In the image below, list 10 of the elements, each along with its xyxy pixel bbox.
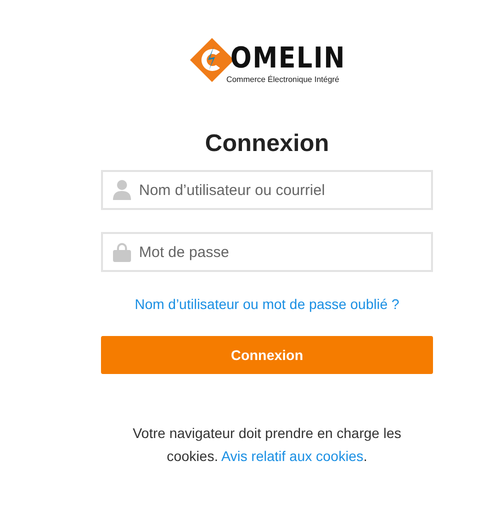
forgot-password-link[interactable]: Nom d’utilisateur ou mot de passe oublié ?: [134, 296, 400, 312]
user-icon: [113, 180, 131, 200]
cookie-notice: Votre navigateur doit prendre en charge les cookies. Avis relatif aux cookies.: [132, 424, 402, 466]
login-title: Connexion: [204, 129, 330, 159]
lock-icon: [113, 242, 131, 262]
logo: OMELIN Commerce Électronique Intégré: [190, 36, 346, 86]
username-field[interactable]: Nom d’utilisateur ou courriel: [101, 170, 433, 210]
cookie-policy-link[interactable]: Avis relatif aux cookies: [221, 448, 364, 464]
login-button[interactable]: Connexion: [101, 336, 433, 374]
password-field[interactable]: Mot de passe: [101, 232, 433, 272]
